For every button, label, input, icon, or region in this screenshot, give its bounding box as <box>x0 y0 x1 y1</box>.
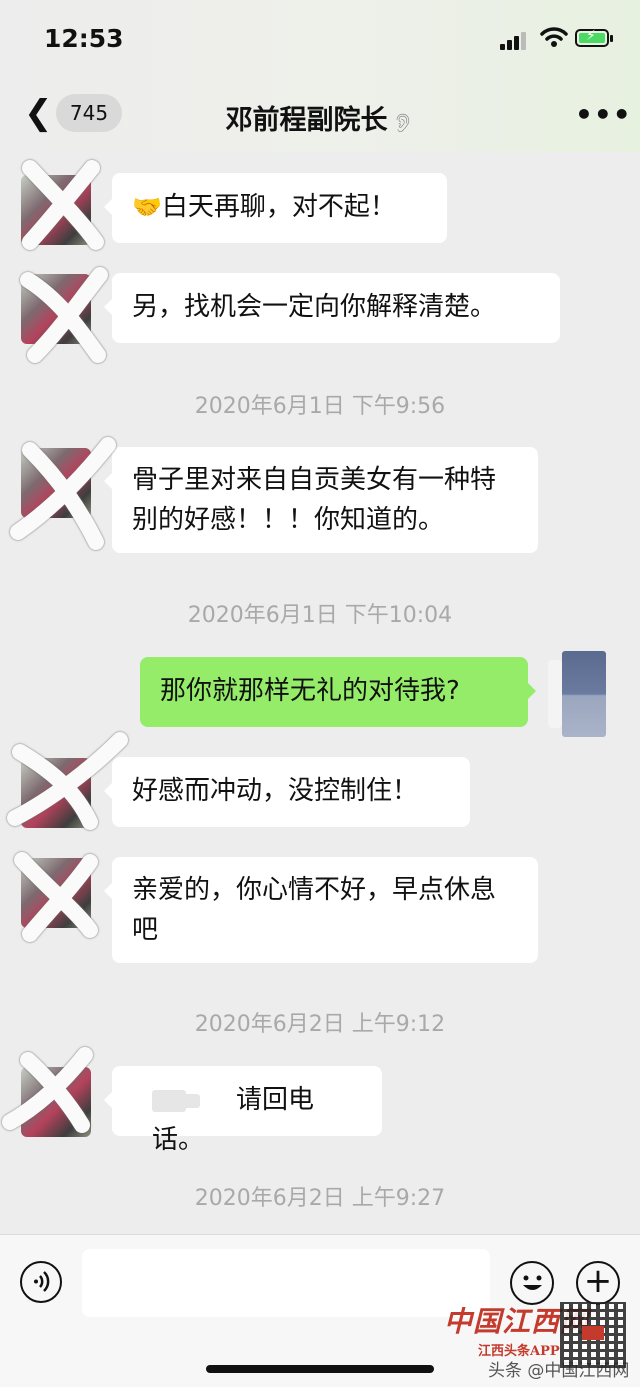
message-text: 好感而冲动，没控制住！ <box>132 776 419 806</box>
message-bubble-sent[interactable]: 那你就那样无礼的对待我? <box>140 657 536 727</box>
message-bubble[interactable]: 另，找机会一定向你解释清楚。 <box>104 273 560 343</box>
my-avatar[interactable] <box>562 651 606 737</box>
top-bar: 12:53 ⚡ ❮ 745 邓前程副院长 👂︎ ••• <box>0 0 640 152</box>
message-text: 亲爱的，你心情不好，早点休息吧 <box>132 875 497 945</box>
contact-avatar[interactable] <box>21 758 91 828</box>
timestamp: 2020年6月2日 上午9:27 <box>194 1186 446 1211</box>
contact-avatar[interactable] <box>21 175 91 245</box>
earpiece-mode-icon: 👂︎ <box>391 113 415 134</box>
message-text: 骨子里对来自自贡美女有一种特别的好感！！！你知道的。 <box>132 465 497 535</box>
contact-avatar[interactable] <box>21 1067 91 1137</box>
handshake-emoji: 🤝 <box>132 193 162 221</box>
emoji-icon[interactable] <box>510 1261 554 1305</box>
chat-title: 邓前程副院长 👂︎ <box>0 98 640 137</box>
chat-title-text: 邓前程副院长 <box>225 105 388 136</box>
qr-code-logo <box>582 1326 604 1340</box>
more-options-icon[interactable]: ••• <box>575 98 632 131</box>
message-text: 那你就那样无礼的对待我? <box>160 676 460 706</box>
contact-avatar[interactable] <box>21 858 91 928</box>
call-message-bubble[interactable]: 请回电话。 <box>104 1066 382 1155</box>
message-bubble[interactable]: 骨子里对来自自贡美女有一种特别的好感！！！你知道的。 <box>104 447 538 553</box>
timestamp: 2020年6月1日 下午9:56 <box>194 394 446 419</box>
message-bubble[interactable]: 🤝白天再聊，对不起！ <box>104 173 447 243</box>
timestamp: 2020年6月2日 上午9:12 <box>194 1012 446 1037</box>
timestamp: 2020年6月1日 下午10:04 <box>187 603 453 628</box>
message-input[interactable] <box>82 1249 490 1317</box>
phone-call-icon <box>152 1088 200 1114</box>
message-text: 白天再聊，对不起！ <box>161 192 396 222</box>
message-text: 另，找机会一定向你解释清楚。 <box>132 292 497 322</box>
message-bubble[interactable]: 亲爱的，你心情不好，早点休息吧 <box>104 857 538 963</box>
contact-avatar[interactable] <box>21 448 91 518</box>
home-indicator <box>206 1365 434 1373</box>
plus-icon[interactable]: + <box>576 1261 620 1305</box>
battery-icon: ⚡ <box>575 28 613 47</box>
message-bubble[interactable]: 好感而冲动，没控制住！ <box>104 757 470 827</box>
contact-avatar[interactable] <box>21 274 91 344</box>
status-time: 12:53 <box>44 24 124 53</box>
wifi-icon <box>540 27 568 47</box>
signal-icon <box>500 30 530 50</box>
avatar-blur-edge <box>548 660 562 728</box>
voice-icon[interactable] <box>20 1261 62 1303</box>
